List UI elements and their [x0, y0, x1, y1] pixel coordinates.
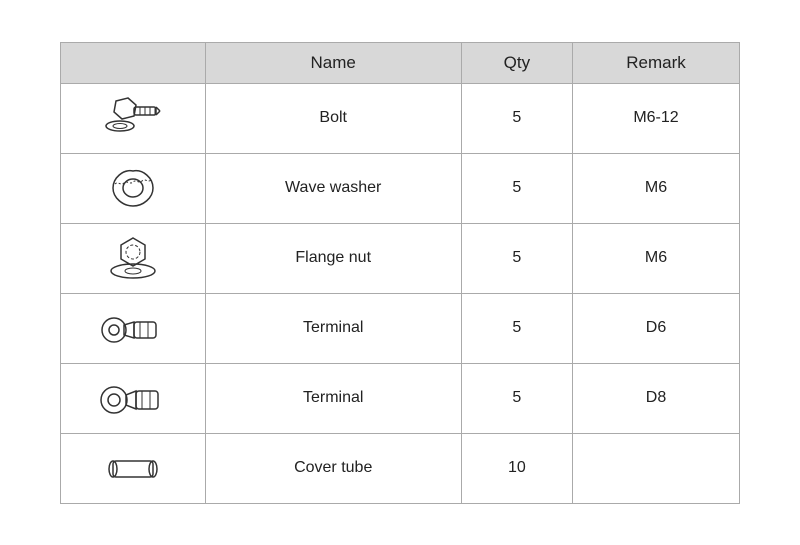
- table-row: Cover tube 10: [61, 433, 740, 503]
- remark-flange-nut: M6: [573, 223, 740, 293]
- icon-cell-bolt: [61, 83, 206, 153]
- parts-table: Name Qty Remark: [60, 42, 740, 504]
- remark-cover-tube: [573, 433, 740, 503]
- bolt-icon: [98, 96, 168, 141]
- header-icon: [61, 42, 206, 83]
- qty-terminal-d6: 5: [461, 293, 572, 363]
- name-flange-nut: Flange nut: [205, 223, 461, 293]
- terminal-d6-icon: [98, 308, 168, 348]
- wave-washer-icon: [103, 166, 163, 211]
- flange-nut-icon: [103, 233, 163, 283]
- name-terminal-d6: Terminal: [205, 293, 461, 363]
- header-name: Name: [205, 42, 461, 83]
- qty-flange-nut: 5: [461, 223, 572, 293]
- terminal-d8-icon: [98, 378, 168, 418]
- table-row: Terminal 5 D8: [61, 363, 740, 433]
- qty-wave-washer: 5: [461, 153, 572, 223]
- cover-tube-icon: [103, 451, 163, 486]
- icon-cell-flange-nut: [61, 223, 206, 293]
- table-row: Wave washer 5 M6: [61, 153, 740, 223]
- remark-wave-washer: M6: [573, 153, 740, 223]
- icon-cell-terminal-d8: [61, 363, 206, 433]
- table-row: Terminal 5 D6: [61, 293, 740, 363]
- icon-cell-cover-tube: [61, 433, 206, 503]
- remark-bolt: M6-12: [573, 83, 740, 153]
- header-remark: Remark: [573, 42, 740, 83]
- header-qty: Qty: [461, 42, 572, 83]
- qty-bolt: 5: [461, 83, 572, 153]
- icon-cell-wave-washer: [61, 153, 206, 223]
- table-row: Bolt 5 M6-12: [61, 83, 740, 153]
- qty-cover-tube: 10: [461, 433, 572, 503]
- remark-terminal-d6: D6: [573, 293, 740, 363]
- name-wave-washer: Wave washer: [205, 153, 461, 223]
- table-row: Flange nut 5 M6: [61, 223, 740, 293]
- icon-cell-terminal-d6: [61, 293, 206, 363]
- remark-terminal-d8: D8: [573, 363, 740, 433]
- name-terminal-d8: Terminal: [205, 363, 461, 433]
- qty-terminal-d8: 5: [461, 363, 572, 433]
- name-bolt: Bolt: [205, 83, 461, 153]
- name-cover-tube: Cover tube: [205, 433, 461, 503]
- parts-table-wrapper: Name Qty Remark: [60, 42, 740, 504]
